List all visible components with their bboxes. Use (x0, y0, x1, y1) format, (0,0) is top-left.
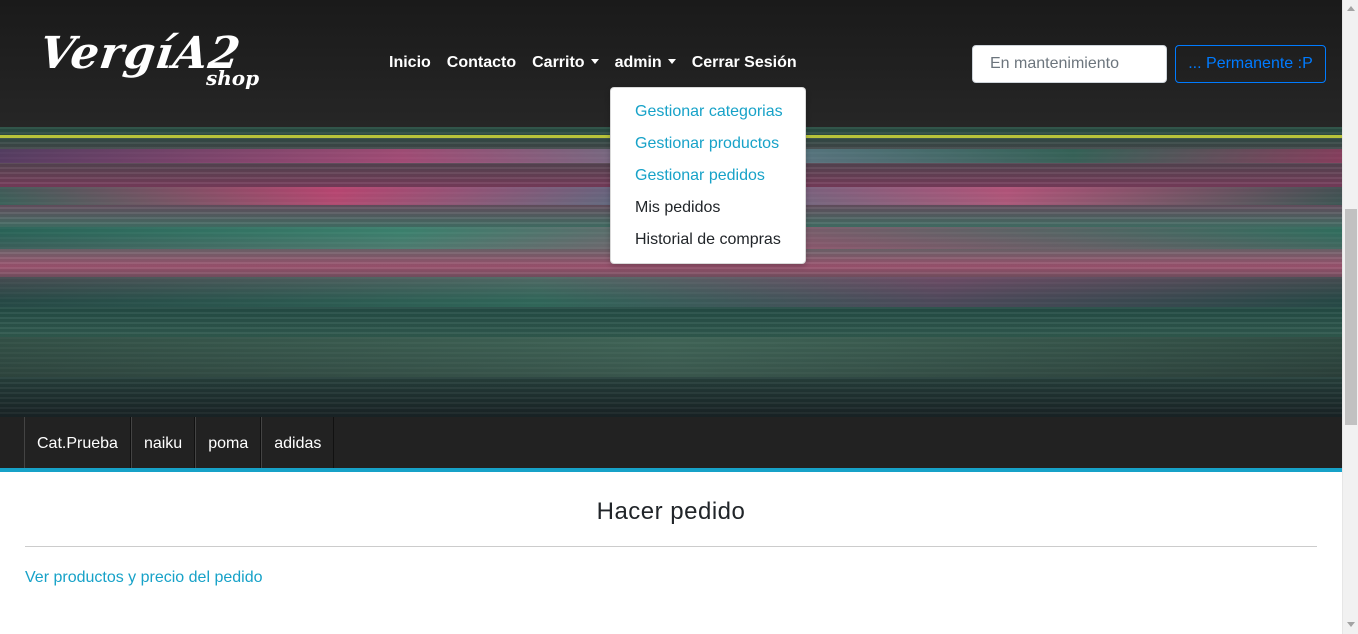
brand-tagline: shop (206, 66, 260, 90)
nav-dropdown-admin[interactable]: admin (615, 54, 676, 72)
hero-stripe (0, 337, 1342, 377)
main-content: Hacer pedido Ver productos y precio del … (0, 472, 1342, 634)
nav-links: Inicio Contacto Carrito admin Cerrar Ses… (389, 54, 797, 72)
category-list: Cat.Prueba naiku poma adidas (24, 417, 335, 468)
hero-stripe (0, 277, 1342, 307)
vertical-scrollbar[interactable] (1342, 0, 1358, 634)
nav-admin-label: admin (614, 54, 662, 71)
chevron-down-icon (667, 59, 676, 64)
category-bar: Cat.Prueba naiku poma adidas (0, 417, 1342, 468)
chevron-down-icon (590, 59, 599, 64)
category-item[interactable]: Cat.Prueba (24, 417, 131, 468)
brand-logo[interactable]: VergíA2 shop (36, 28, 270, 98)
permanente-button[interactable]: ... Permanente :P (1175, 45, 1326, 83)
page: VergíA2 shop Inicio Contacto Carrito adm… (0, 0, 1358, 634)
menu-item-gestionar-pedidos[interactable]: Gestionar pedidos (611, 164, 805, 196)
nav-dropdown-carrito[interactable]: Carrito (532, 54, 599, 72)
menu-item-mis-pedidos[interactable]: Mis pedidos (611, 196, 805, 228)
scrollbar-thumb[interactable] (1345, 209, 1357, 425)
nav-link-cerrar-sesion[interactable]: Cerrar Sesión (692, 54, 797, 72)
menu-item-historial-compras[interactable]: Historial de compras (611, 228, 805, 260)
admin-dropdown-menu: Gestionar categorias Gestionar productos… (610, 87, 806, 264)
category-item[interactable]: poma (195, 417, 262, 468)
ver-productos-link[interactable]: Ver productos y precio del pedido (25, 569, 262, 587)
nav-link-contacto[interactable]: Contacto (447, 54, 516, 72)
search-input[interactable] (972, 45, 1167, 83)
divider (25, 546, 1317, 547)
nav-link-inicio[interactable]: Inicio (389, 54, 431, 72)
page-title: Hacer pedido (596, 498, 746, 525)
scroll-up-icon[interactable] (1347, 6, 1355, 11)
nav-carrito-label: Carrito (532, 54, 585, 71)
menu-item-gestionar-categorias[interactable]: Gestionar categorias (611, 100, 805, 132)
scroll-down-icon[interactable] (1347, 622, 1355, 627)
category-item[interactable]: adidas (261, 417, 335, 468)
menu-item-gestionar-productos[interactable]: Gestionar productos (611, 132, 805, 164)
category-item[interactable]: naiku (130, 417, 196, 468)
